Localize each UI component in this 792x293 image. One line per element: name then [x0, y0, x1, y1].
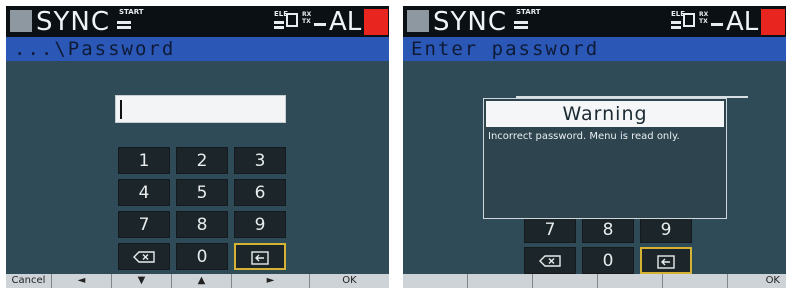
sync-label: SYNC [36, 7, 110, 37]
key-9[interactable]: 9 [234, 211, 286, 238]
right-arrow-button[interactable]: ► [232, 274, 310, 288]
alarm-label: AL [329, 7, 362, 37]
key-5[interactable]: 5 [176, 179, 228, 206]
ele-box-icon [286, 13, 298, 27]
softkey-4[interactable] [598, 274, 663, 288]
dialog-message: Incorrect password. Menu is read only. [488, 131, 680, 142]
title-bar: Enter password [403, 37, 786, 61]
page-title: ...\Password [14, 38, 176, 60]
start-label: START [516, 8, 541, 16]
key-9[interactable]: 9 [640, 216, 692, 243]
start-label: START [119, 8, 144, 16]
alarm-label: AL [726, 7, 759, 37]
enter-icon [657, 255, 675, 269]
password-screen: SYNC START ELE RX TX AL ...\Password 1 2 … [6, 6, 389, 288]
status-indicator-icon [407, 10, 429, 32]
softkey-bar: OK [403, 274, 786, 288]
key-2[interactable]: 2 [176, 147, 228, 174]
communication-indicator: ELE RX TX [671, 10, 725, 32]
status-indicator-icon [10, 10, 32, 32]
password-input[interactable] [115, 95, 286, 123]
key-0[interactable]: 0 [176, 243, 228, 270]
alarm-indicator-icon [364, 9, 388, 35]
key-7[interactable]: 7 [118, 211, 170, 238]
up-arrow-button[interactable]: ▲ [172, 274, 232, 288]
ok-button[interactable]: OK [728, 274, 786, 288]
backspace-key[interactable] [118, 243, 170, 270]
text-cursor [120, 100, 122, 119]
body-area: 7 8 9 0 Warning Incorrect password. Menu… [403, 61, 786, 274]
alarm-indicator-icon [761, 9, 785, 35]
key-0[interactable]: 0 [582, 247, 634, 274]
dialog-title: Warning [486, 101, 724, 127]
cancel-button[interactable]: Cancel [6, 274, 52, 288]
key-7[interactable]: 7 [524, 216, 576, 243]
key-8[interactable]: 8 [582, 216, 634, 243]
status-bar: SYNC START ELE RX TX AL [6, 6, 389, 37]
key-6[interactable]: 6 [234, 179, 286, 206]
title-bar: ...\Password [6, 37, 389, 61]
softkey-2[interactable] [468, 274, 533, 288]
start-indicator-icon [514, 21, 528, 24]
backspace-icon [133, 251, 155, 263]
softkey-5[interactable] [663, 274, 728, 288]
status-bar: SYNC START ELE RX TX AL [403, 6, 786, 37]
key-1[interactable]: 1 [118, 147, 170, 174]
enter-key[interactable] [234, 243, 286, 270]
backspace-key[interactable] [524, 247, 576, 274]
softkey-1[interactable] [403, 274, 468, 288]
ok-button[interactable]: OK [310, 274, 389, 288]
backspace-icon [539, 255, 561, 267]
communication-indicator: ELE RX TX [274, 10, 328, 32]
softkey-3[interactable] [533, 274, 598, 288]
rx-tx-label: RX TX [302, 11, 312, 25]
warning-dialog: Warning Incorrect password. Menu is read… [483, 98, 727, 219]
key-8[interactable]: 8 [176, 211, 228, 238]
sync-label: SYNC [433, 7, 507, 37]
down-arrow-button[interactable]: ▼ [112, 274, 172, 288]
body-area: 1 2 3 4 5 6 7 8 9 0 [6, 61, 389, 274]
enter-icon [251, 251, 269, 265]
key-4[interactable]: 4 [118, 179, 170, 206]
rx-tx-label: RX TX [699, 11, 709, 25]
start-indicator-icon [117, 21, 131, 24]
page-title: Enter password [411, 38, 600, 60]
key-3[interactable]: 3 [234, 147, 286, 174]
softkey-bar: Cancel ◄ ▼ ▲ ► OK [6, 274, 389, 288]
ele-box-icon [683, 13, 695, 27]
left-arrow-button[interactable]: ◄ [52, 274, 112, 288]
password-warning-screen: SYNC START ELE RX TX AL Enter password 7 … [403, 6, 786, 288]
enter-key[interactable] [640, 247, 692, 274]
